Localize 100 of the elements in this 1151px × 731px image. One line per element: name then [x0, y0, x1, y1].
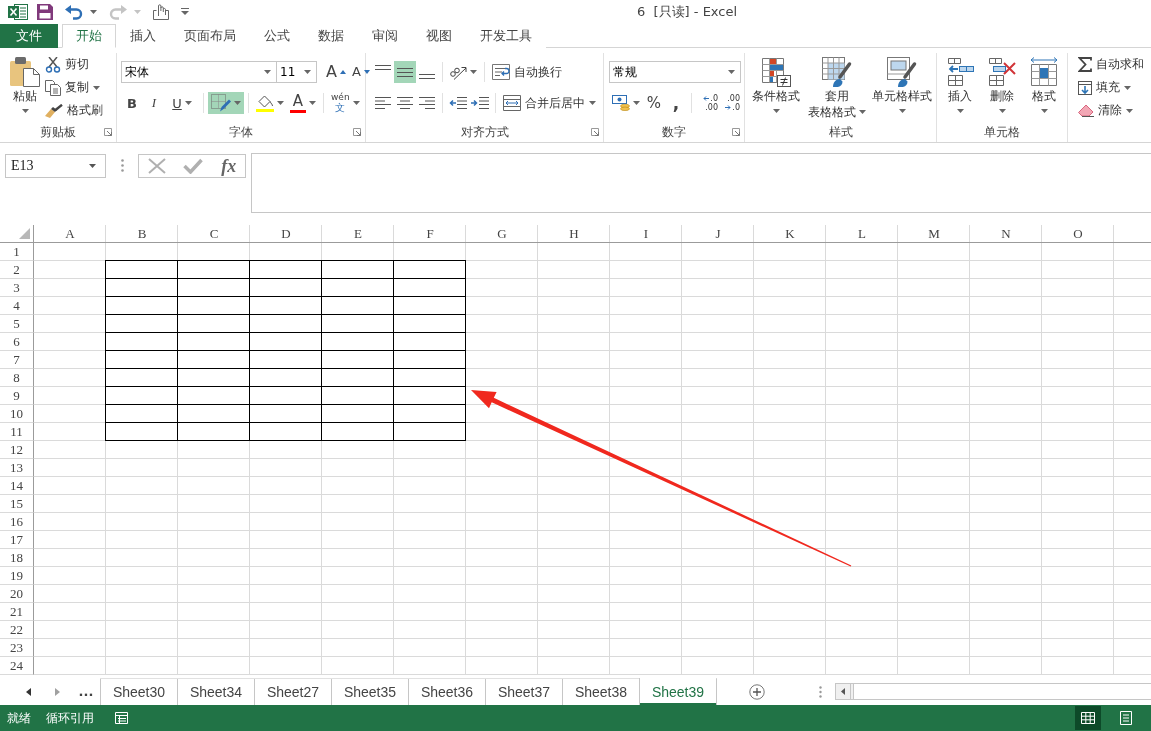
paint-bucket-icon — [256, 94, 274, 112]
underline-button[interactable]: U — [165, 92, 199, 114]
caret-icon — [277, 101, 284, 105]
caret-icon — [90, 10, 97, 14]
touch-mode-button[interactable] — [150, 2, 172, 22]
column-header[interactable]: C — [178, 225, 250, 243]
caret-icon — [998, 109, 1006, 113]
percent-button[interactable]: % — [643, 92, 665, 114]
clear-button[interactable]: 清除 — [1075, 99, 1147, 122]
column-header[interactable]: K — [754, 225, 826, 243]
group-label: 对齐方式 — [460, 123, 509, 141]
merge-center-button[interactable]: 合并后居中 — [500, 91, 599, 115]
insert-button[interactable]: 插入 — [939, 53, 981, 113]
worksheet-icon[interactable] — [115, 712, 128, 724]
font-name-dropdown[interactable]: 宋体 — [121, 61, 277, 83]
undo-button[interactable] — [62, 2, 100, 22]
delete-button[interactable]: 删除 — [981, 53, 1023, 113]
undo-icon — [65, 4, 83, 20]
column-header[interactable]: J — [682, 225, 754, 243]
excel-logo-icon[interactable] — [8, 3, 28, 21]
column-header[interactable]: I — [610, 225, 682, 243]
save-button[interactable] — [34, 2, 56, 22]
align-right-icon — [419, 97, 435, 109]
comma-style-button[interactable]: , — [665, 92, 687, 114]
redo-icon — [109, 4, 127, 20]
caret-icon — [184, 101, 192, 105]
caret-icon — [309, 101, 316, 105]
sheet-tab[interactable]: Sheet39 — [639, 678, 716, 705]
caret-icon — [1040, 109, 1048, 113]
caret-icon — [470, 70, 477, 74]
caret-icon — [633, 101, 640, 105]
cell-brush-icon — [887, 57, 917, 87]
align-middle-button[interactable] — [394, 61, 416, 83]
ribbon-tab[interactable]: 开始 — [62, 24, 116, 48]
scrollbar-thumb[interactable] — [853, 684, 1151, 699]
save-icon — [37, 4, 53, 20]
caret-icon — [1124, 85, 1131, 90]
column-header[interactable]: H — [538, 225, 610, 243]
dialog-launcher-icon[interactable] — [353, 128, 361, 136]
caret-icon — [234, 101, 241, 105]
formula-input-field[interactable] — [251, 153, 1151, 213]
grid-bars-icon — [761, 57, 791, 87]
column-header[interactable]: O — [1042, 225, 1114, 243]
grip-icon — [121, 159, 124, 172]
grip-icon — [819, 685, 822, 698]
align-left-icon — [375, 97, 391, 109]
group-label: 字体 — [229, 123, 253, 141]
cell-styles-button[interactable]: 单元格样式 — [867, 53, 937, 113]
caret-icon — [1126, 108, 1133, 113]
dialog-launcher-icon[interactable] — [104, 128, 112, 136]
bold-button[interactable]: B — [121, 92, 143, 114]
paste-button[interactable]: 粘贴 — [8, 53, 42, 113]
wrap-text-button[interactable]: 自动换行 — [489, 60, 565, 84]
dialog-launcher-icon[interactable] — [732, 128, 740, 136]
status-text: 就绪 — [7, 709, 31, 727]
copy-button[interactable]: 复制 — [42, 76, 106, 99]
caret-icon — [352, 101, 360, 105]
name-box[interactable]: E13 — [5, 154, 106, 178]
shrink-font-button[interactable]: A — [348, 61, 373, 83]
format-button[interactable]: 格式 — [1023, 53, 1065, 113]
italic-button[interactable]: I — [143, 92, 165, 114]
column-header[interactable]: E — [322, 225, 394, 243]
column-header[interactable]: B — [106, 225, 178, 243]
scroll-left-icon[interactable] — [841, 688, 845, 695]
column-header[interactable]: M — [898, 225, 970, 243]
format-painter-button[interactable]: 格式刷 — [42, 99, 106, 122]
more-sheets-button[interactable]: ... — [72, 678, 100, 705]
grow-font-button[interactable]: A — [323, 61, 349, 83]
insert-function-button[interactable]: fx — [219, 156, 239, 176]
column-header[interactable]: A — [34, 225, 106, 243]
merge-cells-icon — [503, 95, 521, 111]
font-color-button[interactable]: A — [287, 92, 319, 114]
customize-toolbar-button[interactable] — [178, 6, 192, 18]
number-format-dropdown[interactable]: 常规 — [609, 61, 741, 83]
phonetic-button[interactable]: wén 文 — [328, 92, 363, 114]
decrease-decimal-button[interactable]: .00 .0 — [718, 92, 740, 114]
caret-icon — [772, 109, 780, 113]
cut-button[interactable]: 剪切 — [42, 53, 106, 76]
borders-button[interactable] — [208, 92, 244, 114]
column-header[interactable]: D — [250, 225, 322, 243]
fill-button[interactable]: 填充 — [1075, 76, 1147, 99]
close-icon — [147, 158, 166, 174]
column-header[interactable]: L — [826, 225, 898, 243]
horizontal-scrollbar[interactable] — [835, 683, 1151, 700]
increase-decimal-button[interactable]: .0 .00 — [696, 92, 718, 114]
accounting-format-button[interactable] — [609, 92, 643, 114]
column-header[interactable]: F — [394, 225, 466, 243]
font-size-dropdown[interactable]: 11 — [276, 61, 317, 83]
column-header[interactable]: N — [970, 225, 1042, 243]
plus-circle-icon — [749, 683, 765, 700]
column-header[interactable]: G — [466, 225, 538, 243]
normal-view-button[interactable] — [1075, 706, 1101, 730]
conditional-format-button[interactable]: 条件格式 — [745, 53, 807, 113]
dialog-launcher-icon[interactable] — [591, 128, 599, 136]
align-middle-icon — [397, 67, 413, 77]
format-as-table-button[interactable]: 套用 表格格式 — [807, 53, 867, 120]
caret-icon — [134, 10, 141, 14]
file-tab[interactable]: 文件 — [0, 24, 58, 48]
autosum-button[interactable]: 自动求和 — [1075, 53, 1147, 76]
caret-icon — [93, 85, 100, 90]
